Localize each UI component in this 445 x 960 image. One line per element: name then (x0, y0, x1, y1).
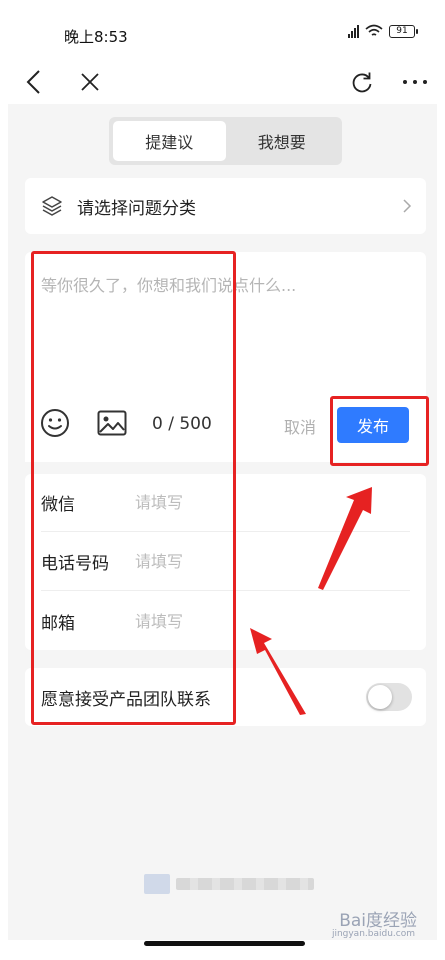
tab-switcher: 提建议 我想要 (109, 117, 342, 165)
brand-logo (144, 874, 170, 894)
more-icon (403, 80, 427, 84)
brand-text-blurred (176, 878, 314, 890)
image-icon (97, 410, 127, 436)
home-indicator[interactable] (144, 941, 305, 946)
status-bar: 晚上8:53 91 (0, 0, 445, 60)
more-button[interactable] (397, 64, 433, 100)
contact-label: 电话号码 (41, 554, 109, 574)
contact-row-wechat: 微信 (41, 474, 410, 532)
status-icons: 91 (348, 24, 418, 38)
email-field[interactable] (135, 611, 410, 631)
feedback-textarea[interactable] (41, 272, 411, 382)
contact-label: 邮箱 (41, 613, 75, 634)
status-time: 晚上8:53 (64, 28, 128, 46)
wechat-field[interactable] (135, 493, 410, 512)
layers-icon (42, 196, 62, 216)
tab-suggestion[interactable]: 提建议 (113, 121, 226, 161)
back-button[interactable] (16, 64, 52, 100)
category-selector[interactable]: 请选择问题分类 (25, 178, 426, 234)
char-counter: 0 / 500 (152, 414, 212, 434)
nav-bar (0, 60, 445, 104)
footer-brand-blurred (144, 874, 314, 894)
chevron-left-icon (26, 70, 40, 94)
feedback-composer: 0 / 500 取消 发布 (25, 252, 426, 462)
watermark-url: jingyan.baidu.com (331, 929, 415, 939)
close-button[interactable] (72, 64, 108, 100)
category-label: 请选择问题分类 (77, 198, 196, 219)
consent-label: 愿意接受产品团队联系 (41, 689, 211, 710)
feedback-page: 提建议 我想要 请选择问题分类 等你很久了，你想和我们说点什么... 0 / 5… (8, 104, 437, 940)
close-icon (81, 73, 99, 91)
battery-icon: 91 (389, 24, 418, 38)
consent-toggle[interactable] (366, 683, 412, 711)
chevron-right-icon (403, 199, 412, 213)
refresh-icon (352, 72, 372, 93)
image-button[interactable] (96, 407, 128, 439)
toggle-knob (368, 685, 392, 709)
cancel-button[interactable]: 取消 (284, 414, 316, 438)
contact-row-phone: 电话号码 (41, 533, 410, 591)
wifi-icon (365, 24, 383, 36)
battery-level: 91 (396, 25, 408, 36)
publish-button[interactable]: 发布 (337, 407, 409, 443)
watermark-brand: Bai度经验 (339, 911, 417, 931)
contact-info: 微信 电话号码 邮箱 (25, 474, 426, 650)
emoji-icon (41, 409, 69, 437)
tab-request[interactable]: 我想要 (226, 121, 339, 161)
contact-label: 微信 (41, 495, 75, 515)
signal-icon (348, 24, 359, 38)
emoji-button[interactable] (39, 407, 71, 439)
refresh-button[interactable] (344, 64, 380, 100)
consent-row: 愿意接受产品团队联系 (25, 668, 426, 726)
contact-row-email: 邮箱 (41, 592, 410, 650)
phone-field[interactable] (135, 552, 410, 571)
